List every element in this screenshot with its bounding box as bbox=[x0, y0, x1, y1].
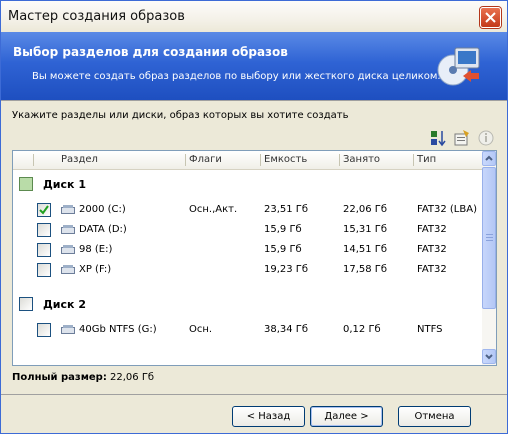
partition-capacity: 38,34 Гб bbox=[264, 324, 309, 335]
partition-checkbox[interactable] bbox=[37, 323, 51, 337]
disk-group: Диск 1 bbox=[13, 169, 482, 197]
window-title: Мастер создания образов bbox=[8, 9, 185, 24]
partition-type: FAT32 bbox=[417, 264, 447, 275]
partition-capacity: 15,9 Гб bbox=[264, 244, 302, 255]
column-used[interactable]: Занято bbox=[343, 154, 380, 165]
disk-label: Диск 2 bbox=[43, 298, 86, 311]
disk-group: Диск 2 bbox=[13, 289, 482, 317]
checkmark-icon bbox=[39, 205, 49, 215]
scroll-thumb[interactable] bbox=[482, 167, 496, 309]
sort-icon[interactable] bbox=[429, 129, 447, 147]
scroll-up-button[interactable] bbox=[482, 151, 496, 166]
partition-type: NTFS bbox=[417, 324, 443, 335]
total-size-value: 22,06 Гб bbox=[110, 372, 155, 383]
partition-row[interactable]: 2000 (C:) Осн.,Акт. 23,51 Гб 22,06 Гб FA… bbox=[13, 200, 482, 220]
partition-checkbox[interactable] bbox=[37, 243, 51, 257]
partition-row[interactable]: XP (F:) 19,23 Гб 17,58 Гб FAT32 bbox=[13, 260, 482, 280]
partition-flags: Осн.,Акт. bbox=[189, 204, 238, 215]
partition-row[interactable]: 98 (E:) 15,9 Гб 14,51 Гб FAT32 bbox=[13, 240, 482, 260]
partition-name: 98 (E:) bbox=[79, 244, 113, 255]
column-type[interactable]: Тип bbox=[417, 154, 436, 165]
disk-image-icon bbox=[437, 47, 480, 86]
cancel-button[interactable]: Отмена bbox=[398, 406, 471, 427]
total-size-label: Полный размер: bbox=[12, 372, 107, 383]
close-button[interactable] bbox=[480, 7, 501, 28]
partition-checkbox[interactable] bbox=[37, 263, 51, 277]
partition-checkbox[interactable] bbox=[37, 223, 51, 237]
title-bar: Мастер создания образов bbox=[1, 1, 507, 32]
footer-divider bbox=[1, 394, 507, 395]
partition-used: 22,06 Гб bbox=[343, 204, 388, 215]
list-header: Раздел Флаги Емкость Занято Тип bbox=[13, 151, 482, 170]
header-divider bbox=[1, 100, 507, 101]
partition-type: FAT32 bbox=[417, 224, 447, 235]
properties-icon[interactable] bbox=[453, 129, 471, 147]
wizard-window: Мастер создания образов Выбор разделов д… bbox=[0, 0, 508, 434]
instruction-text: Укажите разделы или диски, образ которых… bbox=[12, 110, 349, 121]
partition-checkbox[interactable] bbox=[37, 203, 51, 217]
partition-icon bbox=[61, 325, 75, 334]
partition-icon bbox=[61, 265, 75, 274]
partition-used: 14,51 Гб bbox=[343, 244, 388, 255]
partition-icon bbox=[61, 245, 75, 254]
scroll-down-button[interactable] bbox=[482, 349, 496, 364]
vertical-scrollbar[interactable] bbox=[482, 151, 496, 365]
chevron-up-icon bbox=[485, 155, 493, 161]
partition-flags: Осн. bbox=[189, 324, 213, 335]
partition-name: DATA (D:) bbox=[79, 224, 127, 235]
partition-name: XP (F:) bbox=[79, 264, 112, 275]
close-icon bbox=[485, 12, 496, 23]
disk-checkbox[interactable] bbox=[19, 177, 33, 191]
chevron-down-icon bbox=[485, 354, 493, 360]
column-capacity[interactable]: Емкость bbox=[264, 154, 307, 165]
column-flags[interactable]: Флаги bbox=[189, 154, 222, 165]
wizard-header: Выбор разделов для создания образов Вы м… bbox=[1, 32, 507, 100]
total-size: Полный размер: 22,06 Гб bbox=[12, 372, 154, 383]
disk-label: Диск 1 bbox=[43, 178, 86, 191]
partition-row[interactable]: DATA (D:) 15,9 Гб 15,31 Гб FAT32 bbox=[13, 220, 482, 240]
partition-row[interactable]: 40Gb NTFS (G:) Осн. 38,34 Гб 0,12 Гб NTF… bbox=[13, 320, 482, 340]
header-subtitle: Вы можете создать образ разделов по выбо… bbox=[32, 71, 441, 82]
partition-list[interactable]: Раздел Флаги Емкость Занято Тип Диск 1 2… bbox=[12, 150, 497, 366]
partition-capacity: 15,9 Гб bbox=[264, 224, 302, 235]
info-icon[interactable] bbox=[477, 129, 495, 147]
partition-capacity: 19,23 Гб bbox=[264, 264, 309, 275]
header-title: Выбор разделов для создания образов bbox=[13, 45, 288, 59]
partition-capacity: 23,51 Гб bbox=[264, 204, 309, 215]
partition-icon bbox=[61, 205, 75, 214]
next-button[interactable]: Далее > bbox=[310, 406, 383, 427]
partition-used: 15,31 Гб bbox=[343, 224, 388, 235]
partition-used: 17,58 Гб bbox=[343, 264, 388, 275]
column-partition[interactable]: Раздел bbox=[61, 154, 98, 165]
partition-name: 40Gb NTFS (G:) bbox=[79, 324, 157, 335]
partition-used: 0,12 Гб bbox=[343, 324, 381, 335]
partition-type: FAT32 bbox=[417, 244, 447, 255]
partition-icon bbox=[61, 225, 75, 234]
partition-type: FAT32 (LBA) bbox=[417, 204, 477, 215]
disk-checkbox[interactable] bbox=[19, 297, 33, 311]
back-button[interactable]: < Назад bbox=[232, 406, 305, 427]
partition-name: 2000 (C:) bbox=[79, 204, 126, 215]
